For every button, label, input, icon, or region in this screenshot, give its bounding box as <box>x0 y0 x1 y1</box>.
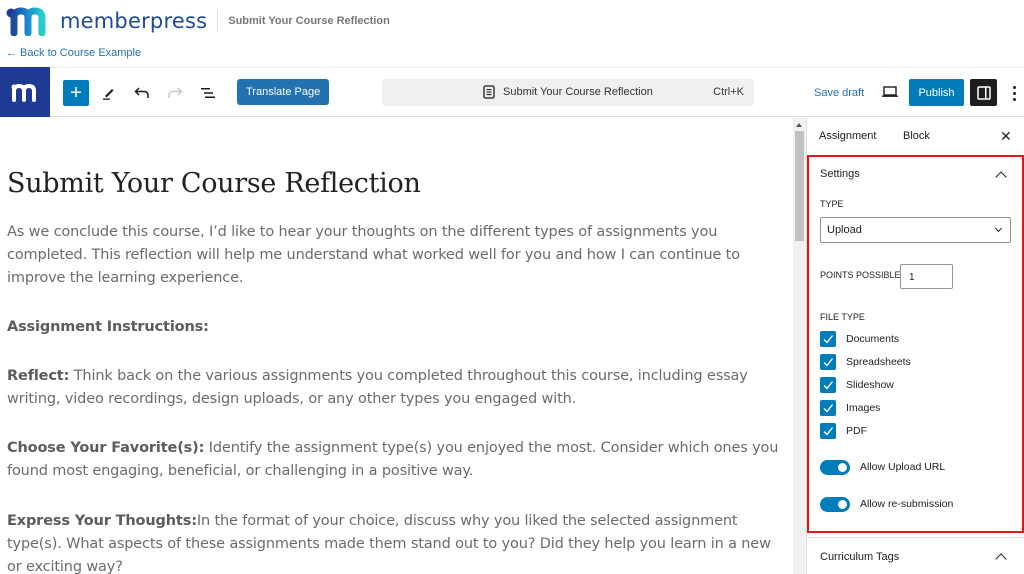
allow-upload-url-toggle[interactable]: Allow Upload URL <box>820 459 945 475</box>
scrollbar-thumb[interactable] <box>795 131 804 241</box>
toggle-knob <box>838 499 847 509</box>
settings-sidebar: Assignment Block ✕ Settings TYPE Upload … <box>806 118 1024 574</box>
reflect-paragraph[interactable]: Reflect: Think back on the various assig… <box>7 365 787 411</box>
checkbox-checked[interactable] <box>820 399 836 416</box>
express-paragraph[interactable]: Express Your Thoughts:In the format of y… <box>7 510 787 574</box>
preview-button[interactable] <box>880 81 900 108</box>
memberpress-logo[interactable]: memberpress <box>6 6 207 36</box>
check-icon <box>823 426 834 436</box>
check-icon <box>823 334 834 344</box>
memberpress-home-button[interactable] <box>0 67 50 117</box>
divider <box>217 10 219 32</box>
favorite-label: Choose Your Favorite(s): <box>7 440 205 456</box>
command-title: Submit Your Course Reflection <box>503 86 653 98</box>
back-to-course-link[interactable]: ← Back to Course Example <box>6 47 141 59</box>
pencil-icon <box>103 89 114 100</box>
file-type-pdf[interactable]: PDF <box>820 422 867 439</box>
file-type-spreadsheets[interactable]: Spreadsheets <box>820 353 911 370</box>
redo-icon <box>168 87 183 98</box>
more-options-button[interactable] <box>1009 82 1019 104</box>
toggle-label: Allow re-submission <box>860 498 954 510</box>
checkbox-label: Slideshow <box>846 378 894 391</box>
tools-button[interactable] <box>97 81 121 105</box>
tab-block[interactable]: Block <box>903 130 930 142</box>
plus-icon: + <box>70 81 82 104</box>
check-icon <box>823 380 834 390</box>
editor-toolbar: + Translate Page Submit Your Course Refl… <box>0 67 1024 117</box>
more-vertical-icon <box>1012 85 1016 89</box>
undo-icon <box>134 87 149 98</box>
check-icon <box>823 403 834 413</box>
post-title[interactable]: Submit Your Course Reflection <box>7 168 421 199</box>
instructions-heading[interactable]: Assignment Instructions: <box>7 316 787 339</box>
favorite-paragraph[interactable]: Choose Your Favorite(s): Identify the as… <box>7 437 787 483</box>
sidebar-tabs: Assignment Block ✕ <box>807 118 1024 154</box>
checkbox-label: Spreadsheets <box>846 355 911 368</box>
settings-section-title[interactable]: Settings <box>820 168 860 180</box>
dot <box>1012 91 1016 95</box>
command-palette-button[interactable]: Submit Your Course Reflection Ctrl+K <box>382 79 754 106</box>
list-view-button[interactable] <box>196 81 220 105</box>
settings-sidebar-toggle[interactable] <box>970 79 997 106</box>
toggle-switch-on[interactable] <box>820 496 850 512</box>
memberpress-m-icon <box>11 83 36 102</box>
keyboard-shortcut: Ctrl+K <box>713 86 744 98</box>
allow-resubmission-toggle[interactable]: Allow re-submission <box>820 496 953 512</box>
toggle-switch-on[interactable] <box>820 459 850 475</box>
checkbox-checked[interactable] <box>820 422 836 439</box>
publish-button[interactable]: Publish <box>909 79 964 106</box>
toggle-knob <box>838 462 847 472</box>
reflect-label: Reflect: <box>7 368 70 384</box>
points-possible-input[interactable]: 1 <box>900 264 953 289</box>
brand-name: memberpress <box>60 9 208 33</box>
intro-paragraph[interactable]: As we conclude this course, I’d like to … <box>7 221 787 290</box>
checkbox-label: Images <box>846 401 881 414</box>
file-type-documents[interactable]: Documents <box>820 330 899 347</box>
file-type-slideshow[interactable]: Slideshow <box>820 376 894 393</box>
chevron-down-icon <box>994 224 1003 233</box>
checkbox-label: PDF <box>846 424 867 437</box>
add-block-button[interactable]: + <box>63 80 89 106</box>
editor-scrollbar[interactable] <box>793 118 806 574</box>
curriculum-tags-section-title[interactable]: Curriculum Tags <box>820 551 899 563</box>
divider <box>807 537 1024 538</box>
close-icon: ✕ <box>1000 128 1012 144</box>
checkbox-checked[interactable] <box>820 353 836 370</box>
file-type-images[interactable]: Images <box>820 399 880 416</box>
brand-bar: memberpress Submit Your Course Reflectio… <box>0 0 1024 42</box>
reflect-text: Think back on the various assignments yo… <box>7 368 748 407</box>
instructions-heading-text: Assignment Instructions: <box>7 319 209 335</box>
express-label: Express Your Thoughts: <box>7 513 197 529</box>
document-icon <box>483 85 495 99</box>
type-select[interactable]: Upload <box>820 217 1011 243</box>
undo-button[interactable] <box>130 81 154 105</box>
checkbox-checked[interactable] <box>820 330 836 347</box>
check-icon <box>823 357 834 367</box>
chevron-up-icon[interactable] <box>995 553 1007 565</box>
type-select-value: Upload <box>827 224 862 236</box>
list-view-icon <box>201 88 215 98</box>
redo-button[interactable] <box>163 81 187 105</box>
points-possible-label: POINTS POSSIBLE <box>820 270 901 280</box>
memberpress-logo-icon <box>6 7 46 36</box>
page-title: Submit Your Course Reflection <box>228 15 390 27</box>
checkbox-checked[interactable] <box>820 376 836 393</box>
editor-canvas[interactable]: Submit Your Course Reflection As we conc… <box>0 118 793 574</box>
dot <box>1012 97 1016 101</box>
close-sidebar-button[interactable]: ✕ <box>1000 128 1012 145</box>
tab-assignment[interactable]: Assignment <box>819 130 876 142</box>
checkbox-label: Documents <box>846 332 900 345</box>
sidebar-toggle-icon <box>976 85 991 100</box>
save-draft-button[interactable]: Save draft <box>814 87 864 99</box>
file-type-label: FILE TYPE <box>820 312 865 322</box>
laptop-icon <box>882 86 898 97</box>
scroll-up-arrow-icon[interactable] <box>796 123 802 127</box>
translate-page-button[interactable]: Translate Page <box>237 79 330 105</box>
type-label: TYPE <box>820 199 844 209</box>
toggle-label: Allow Upload URL <box>860 461 946 473</box>
